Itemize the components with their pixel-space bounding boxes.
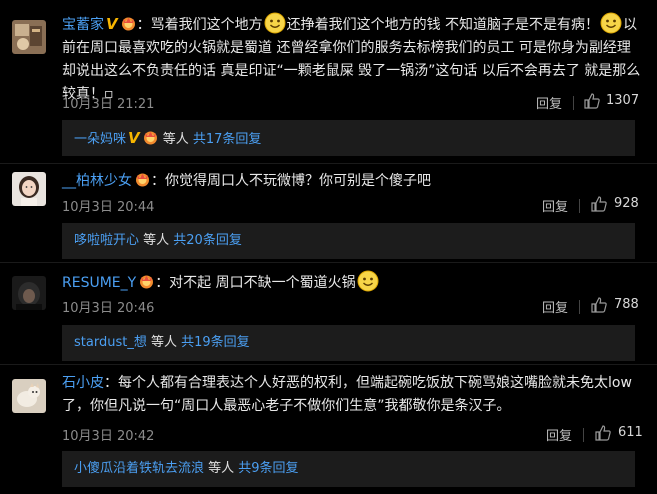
comment-meta: 10月3日 21:21 回复 1307 (62, 93, 643, 113)
comment-username[interactable]: 宝蓄家 (62, 17, 104, 33)
comment-username[interactable]: __柏林少女 (62, 173, 132, 189)
comment-text: __柏林少女 ：你觉得周口人不玩微博？你可别是个傻子吧 (62, 170, 643, 193)
comment-meta: 10月3日 20:44 回复 928 (62, 196, 643, 216)
vip-crown-badge-icon (120, 16, 137, 31)
comment-body: ：对不起 周口不缺一个蜀道火锅 (155, 275, 356, 291)
reply-thread-summary[interactable]: stardust_想 等人 共19条回复 (62, 325, 635, 361)
avatar[interactable] (12, 276, 46, 310)
vip-crown-badge-icon (134, 172, 151, 187)
comment-text: RESUME_Y ：对不起 周口不缺一个蜀道火锅 (62, 270, 643, 295)
avatar[interactable] (12, 172, 46, 206)
avatar[interactable] (12, 379, 46, 413)
thread-user[interactable]: 小傻瓜沿着铁轨去流浪 (74, 461, 204, 476)
like-count: 611 (618, 425, 643, 440)
reply-thread-summary[interactable]: 小傻瓜沿着铁轨去流浪 等人 共9条回复 (62, 451, 635, 487)
thread-count-link[interactable]: 共20条回复 (173, 233, 242, 248)
thread-count-link[interactable]: 共9条回复 (238, 461, 298, 476)
verified-v-icon: V (106, 15, 118, 33)
reply-button[interactable]: 回复 (536, 93, 562, 112)
comment-time: 10月3日 20:44 (62, 200, 155, 215)
reply-thread-summary[interactable]: 一朵妈咪 V 等人 共17条回复 (62, 120, 635, 156)
thread-user[interactable]: 一朵妈咪 (74, 132, 126, 147)
comment-meta: 10月3日 20:46 回复 788 (62, 297, 643, 317)
thread-mid-text: 等人 (139, 233, 174, 248)
thread-mid-text: 等人 (146, 335, 182, 350)
comment-meta: 10月3日 20:42 回复 611 (62, 425, 643, 445)
thread-user[interactable]: stardust_想 (74, 335, 147, 350)
thread-mid-text: 等人 (158, 132, 193, 147)
comment-body-part: 还挣着我们这个地方的钱 不知道脑子是不是有病！ (286, 17, 600, 33)
comment-username[interactable]: RESUME_Y (62, 275, 136, 291)
reply-button[interactable]: 回复 (546, 425, 572, 444)
comment-body: ：你觉得周口人不玩微博？你可别是个傻子吧 (151, 173, 431, 189)
comment-item: 宝蓄家 V ：骂着我们这个地方 还挣着我们这个地方的钱 不知道脑子是不是有病！ 以前在周… (0, 0, 657, 120)
divider (573, 96, 574, 110)
like-count: 788 (614, 297, 639, 312)
thread-count-link[interactable]: 共17条回复 (193, 132, 262, 147)
comment-time: 10月3日 21:21 (62, 97, 155, 112)
smiley-emoji-icon (357, 270, 379, 292)
thumb-up-icon[interactable] (594, 424, 612, 442)
comment-body: ：每个人都有合理表达个人好恶的权利，但端起碗吃饭放下碗骂娘这嘴脸就未免太low了… (62, 375, 632, 414)
vip-crown-badge-icon (138, 274, 155, 289)
verified-v-icon: V (128, 129, 140, 147)
avatar[interactable] (12, 20, 46, 54)
thumb-up-icon[interactable] (590, 296, 608, 314)
comment-time: 10月3日 20:42 (62, 429, 155, 444)
like-count: 928 (614, 196, 639, 211)
comment-username[interactable]: 石小皮 (62, 375, 104, 391)
divider (579, 199, 580, 213)
vip-crown-badge-icon (142, 130, 159, 145)
thumb-up-icon[interactable] (583, 92, 601, 110)
reply-button[interactable]: 回复 (542, 297, 568, 316)
comment-text: 宝蓄家 V ：骂着我们这个地方 还挣着我们这个地方的钱 不知道脑子是不是有病！ 以前在周… (62, 12, 643, 106)
comment-time: 10月3日 20:46 (62, 301, 155, 316)
smiley-emoji-icon (264, 12, 286, 34)
thread-mid-text: 等人 (204, 461, 239, 476)
reply-thread-summary[interactable]: 哆啦啦开心 等人 共20条回复 (62, 223, 635, 259)
divider (579, 300, 580, 314)
smiley-emoji-icon (600, 12, 622, 34)
comment-text: 石小皮：每个人都有合理表达个人好恶的权利，但端起碗吃饭放下碗骂娘这嘴脸就未免太l… (62, 372, 643, 418)
thread-count-link[interactable]: 共19条回复 (181, 335, 250, 350)
like-count: 1307 (606, 93, 640, 108)
comment-body-part: ：骂着我们这个地方 (136, 17, 263, 33)
thumb-up-icon[interactable] (590, 195, 608, 213)
reply-button[interactable]: 回复 (542, 196, 568, 215)
thread-user[interactable]: 哆啦啦开心 (74, 233, 139, 248)
divider (583, 428, 584, 442)
